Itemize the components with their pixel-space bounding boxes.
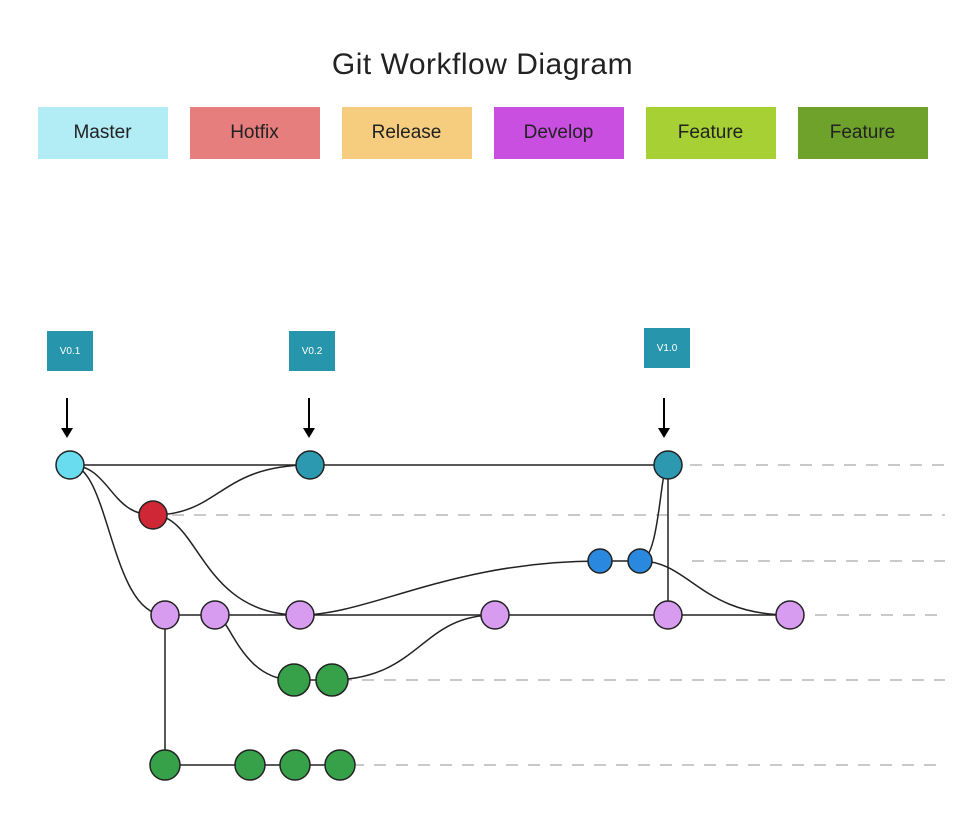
legend-develop-3: Develop — [494, 107, 624, 159]
commit-node-1 — [296, 451, 324, 479]
tag-arrow-1 — [303, 398, 315, 438]
branch-path-10 — [330, 615, 495, 680]
branch-path-14 — [640, 465, 668, 561]
commit-node-10 — [654, 601, 682, 629]
commit-node-4 — [588, 549, 612, 573]
version-tag-V0-2: V0.2 — [289, 331, 335, 371]
legend-master-0: Master — [38, 107, 168, 159]
legend-hotfix-1: Hotfix — [190, 107, 320, 159]
commit-node-15 — [235, 750, 265, 780]
tag-arrow-0 — [61, 398, 73, 438]
legend-feature-4: Feature — [646, 107, 776, 159]
legend-feature-5: Feature — [798, 107, 928, 159]
legend-release-2: Release — [342, 107, 472, 159]
commit-node-6 — [151, 601, 179, 629]
branch-path-4 — [153, 515, 300, 615]
commit-node-17 — [325, 750, 355, 780]
branch-path-11 — [300, 561, 640, 615]
commit-node-12 — [278, 664, 310, 696]
diagram-title: Git Workflow Diagram — [0, 48, 965, 82]
version-tag-V0-1: V0.1 — [47, 331, 93, 371]
commit-node-8 — [286, 601, 314, 629]
commit-node-5 — [628, 549, 652, 573]
commit-node-0 — [56, 451, 84, 479]
diagram-svg — [0, 318, 965, 818]
commit-node-7 — [201, 601, 229, 629]
commit-node-11 — [776, 601, 804, 629]
workflow-diagram: V0.1 V0.2 V1.0 — [0, 318, 965, 818]
version-tag-V1-0: V1.0 — [644, 328, 690, 368]
tag-arrow-2 — [658, 398, 670, 438]
commit-node-9 — [481, 601, 509, 629]
commit-node-2 — [654, 451, 682, 479]
branch-path-3 — [70, 465, 165, 615]
commit-node-3 — [139, 501, 167, 529]
commit-node-16 — [280, 750, 310, 780]
commit-node-13 — [316, 664, 348, 696]
legend-row: Master Hotfix Release Develop Feature Feature — [0, 107, 965, 159]
branch-path-2 — [153, 465, 310, 515]
commit-node-14 — [150, 750, 180, 780]
